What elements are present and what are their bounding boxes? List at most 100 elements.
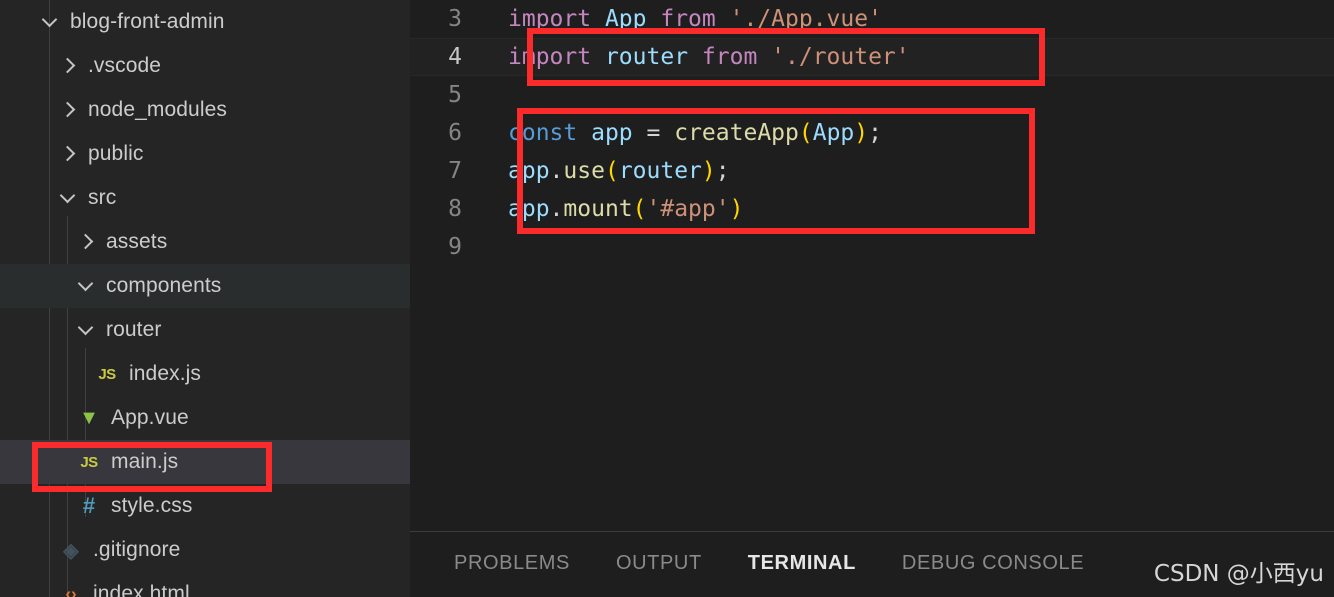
code-editor[interactable]: 3 import App from './App.vue' 4 import rout… (410, 0, 1334, 531)
panel-tab-problems[interactable]: PROBLEMS (454, 552, 596, 575)
chevron-down-icon[interactable] (76, 319, 98, 341)
code-line-5[interactable]: 5 (410, 76, 1334, 114)
code-token: import (508, 44, 592, 70)
tree-item-router[interactable]: router (0, 308, 410, 352)
code-token: createApp (674, 120, 799, 146)
tree-item-public[interactable]: public (0, 132, 410, 176)
code-line-text: import router from './router' (486, 44, 910, 70)
js-file-icon: JS (98, 365, 116, 383)
code-token: App (812, 120, 855, 146)
tree-item-assets[interactable]: assets (0, 220, 410, 264)
tree-item-label: components (106, 274, 222, 297)
code-token: mount (563, 196, 633, 222)
tree-item-src[interactable]: src (0, 176, 410, 220)
code-token: const (508, 120, 578, 146)
tree-item-label: style.css (111, 494, 193, 517)
code-line-3[interactable]: 3 import App from './App.vue' (410, 0, 1334, 38)
code-token: = (646, 120, 661, 146)
file-explorer-sidebar[interactable]: blog-front-admin .vscode node_modulespubli… (0, 0, 410, 597)
code-token: App (604, 6, 647, 32)
code-token: import (508, 6, 592, 32)
code-token: from (660, 6, 716, 32)
tree-item-vscode[interactable]: .vscode (0, 44, 410, 88)
tree-item-label: index.html (93, 582, 190, 597)
tree-item-components[interactable]: components (0, 264, 410, 308)
tree-item-label: App.vue (111, 406, 189, 429)
code-token: from (701, 44, 758, 70)
tree-item-index-js[interactable]: JS index.js (0, 352, 410, 396)
tree-item-gitignore[interactable]: ◈ .gitignore (0, 528, 410, 572)
code-token: app (591, 120, 633, 146)
css-file-icon: # (82, 493, 96, 518)
chevron-down-icon[interactable] (58, 187, 80, 209)
code-line-text: const app = createApp(App); (486, 120, 882, 146)
code-token: ) (701, 158, 716, 184)
tree-item-app-vue[interactable]: ▼ App.vue (0, 396, 410, 440)
code-content[interactable]: 3 import App from './App.vue' 4 import rout… (410, 0, 1334, 266)
code-token: use (563, 158, 605, 184)
code-token: './router' (771, 44, 910, 70)
tree-item-style-css[interactable]: # style.css (0, 484, 410, 528)
chevron-right-icon[interactable] (58, 143, 80, 165)
chevron-down-icon[interactable] (76, 275, 98, 297)
panel-tab-bar[interactable]: PROBLEMS OUTPUT TERMINAL DEBUG CONSOLE (454, 552, 1130, 575)
tree-item-node-modules[interactable]: node_modules (0, 88, 410, 132)
chevron-right-icon[interactable] (58, 55, 80, 77)
chevron-right-icon[interactable] (76, 231, 98, 253)
code-token: ) (854, 120, 869, 146)
vscode-window: blog-front-admin .vscode node_modulespubli… (0, 0, 1334, 597)
tree-item-main-js[interactable]: JS main.js (0, 440, 410, 484)
tree-item-label: src (88, 186, 117, 209)
code-line-6[interactable]: 6 const app = createApp(App); (410, 114, 1334, 152)
code-line-text: import App from './App.vue' (486, 6, 882, 32)
js-file-icon: JS (80, 453, 98, 471)
bottom-panel: PROBLEMS OUTPUT TERMINAL DEBUG CONSOLE CSDN… (410, 531, 1334, 597)
code-token: ; (715, 158, 730, 184)
tree-item-label: router (106, 318, 162, 341)
line-number: 8 (448, 196, 462, 222)
tree-item-label: main.js (111, 450, 179, 473)
code-token: ( (798, 120, 813, 146)
code-token: app (508, 158, 550, 184)
chevron-down-icon[interactable] (40, 11, 62, 33)
panel-tab-output[interactable]: OUTPUT (616, 552, 728, 575)
tree-item-label: node_modules (88, 98, 227, 121)
code-token: './App.vue' (729, 6, 882, 32)
code-token: router (604, 44, 689, 70)
code-token: ; (868, 120, 882, 146)
code-line-8[interactable]: 8 app.mount('#app') (410, 190, 1334, 228)
csdn-watermark: CSDN @小西yu (1153, 561, 1324, 587)
git-file-icon: ◈ (63, 539, 79, 562)
line-number: 9 (448, 234, 462, 260)
tree-item-index-html[interactable]: ‹› index.html (0, 572, 410, 597)
code-line-7[interactable]: 7 app.use(router); (410, 152, 1334, 190)
tree-item-blog-front-admin[interactable]: blog-front-admin (0, 0, 410, 44)
tree-item-label: blog-front-admin (70, 10, 225, 33)
code-token: ( (632, 196, 647, 222)
code-line-9[interactable]: 9 (410, 228, 1334, 266)
code-token: router (618, 158, 702, 184)
tree-item-label: .gitignore (93, 538, 181, 561)
code-line-4[interactable]: 4 import router from './router' (410, 38, 1334, 76)
code-token: . (549, 196, 564, 222)
tree-item-label: assets (106, 230, 168, 253)
tree-item-label: public (88, 142, 144, 165)
file-tree[interactable]: blog-front-admin .vscode node_modulespubli… (0, 0, 410, 597)
panel-tab-terminal[interactable]: TERMINAL (748, 552, 882, 575)
chevron-right-icon[interactable] (58, 99, 80, 121)
code-token: '#app' (646, 196, 730, 222)
panel-tab-debug-console[interactable]: DEBUG CONSOLE (902, 552, 1110, 575)
line-number: 6 (448, 120, 462, 146)
code-token: app (508, 196, 550, 222)
code-token: ( (604, 158, 619, 184)
code-line-text: app.mount('#app') (486, 196, 743, 222)
